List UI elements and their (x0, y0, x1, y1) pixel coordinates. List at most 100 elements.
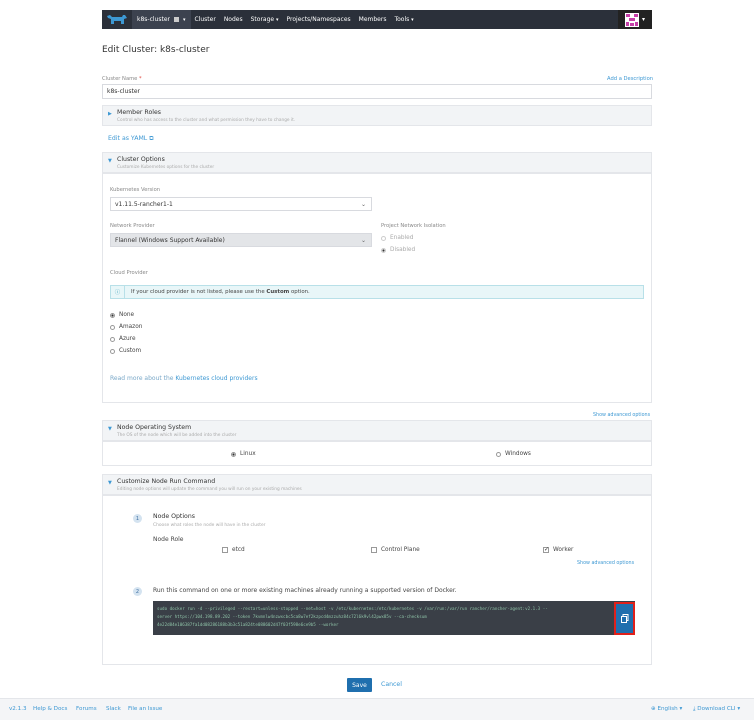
show-advanced-options-link[interactable]: Show advanced options (593, 413, 650, 418)
rancher-logo-icon (107, 14, 127, 24)
collapse-triangle-icon: ▼ (108, 158, 112, 164)
cloud-provider-azure-radio[interactable]: Azure (110, 336, 136, 342)
chevron-down-icon: ▾ (679, 706, 683, 712)
cancel-button[interactable]: Cancel (381, 681, 402, 688)
os-windows-label: Windows (505, 451, 531, 457)
member-roles-title: Member Roles (117, 109, 161, 116)
user-menu[interactable]: ▾ (618, 10, 652, 29)
node-role-label: Node Role (153, 536, 184, 543)
nav-projects-namespaces[interactable]: Projects/Namespaces (283, 10, 355, 29)
role-worker-checkbox[interactable]: Worker (543, 546, 574, 553)
collapse-triangle-icon: ▼ (108, 426, 112, 432)
avatar (624, 12, 639, 27)
kubernetes-cloud-providers-link[interactable]: Kubernetes cloud providers (175, 375, 257, 382)
node-options-title: Node Options (153, 513, 195, 520)
file-issue-link[interactable]: File an Issue (128, 706, 162, 712)
cluster-options-title: Cluster Options (117, 156, 165, 163)
copy-icon: ⧉ (149, 135, 154, 142)
node-os-title: Node Operating System (117, 424, 192, 431)
radio-icon (381, 235, 386, 241)
version-link[interactable]: v2.1.3 (9, 706, 27, 712)
forums-link[interactable]: Forums (76, 706, 97, 712)
radio-selected-icon (110, 312, 115, 318)
node-os-section[interactable]: ▼ Node Operating System The OS of the no… (102, 420, 652, 441)
required-mark: * (139, 76, 142, 82)
cloud-provider-none-label: None (119, 312, 135, 318)
isolation-enabled-label: Enabled (390, 235, 414, 241)
member-roles-section[interactable]: ▶ Member Roles Control who has access to… (102, 105, 652, 126)
os-windows-radio[interactable]: Windows (496, 451, 531, 457)
run-command-code-block[interactable]: sudo docker run -d --privileged --restar… (153, 601, 635, 635)
isolation-enabled-radio[interactable]: Enabled (381, 235, 413, 241)
command-line: 4e22d84e106387fa1dd08286188b3b3c51a824te… (157, 622, 339, 627)
chevron-down-icon: ⌄ (360, 236, 366, 244)
node-os-body (102, 441, 652, 466)
cloud-provider-label: Cloud Provider (110, 270, 148, 276)
cloud-provider-none-radio[interactable]: None (110, 312, 134, 318)
nav-storage[interactable]: Storage ▾ (247, 10, 283, 30)
isolation-disabled-radio[interactable]: Disabled (381, 247, 415, 253)
read-more-prefix: Read more about the (110, 375, 174, 382)
help-docs-link[interactable]: Help & Docs (33, 706, 67, 712)
command-line: server https://104.198.89.202 --token 7k… (157, 614, 427, 619)
cluster-dropdown[interactable]: k8s-cluster ▾ (132, 10, 191, 29)
step-2-badge: 2 (133, 587, 142, 596)
radio-icon (496, 451, 501, 457)
copy-command-button[interactable] (614, 602, 635, 635)
cloud-provider-custom-label: Custom (119, 348, 142, 354)
network-provider-value: Flannel (Windows Support Available) (115, 236, 225, 244)
role-etcd-label: etcd (232, 547, 245, 553)
chevron-down-icon: ▾ (641, 16, 645, 23)
save-button[interactable]: Save (347, 678, 372, 692)
language-dropdown[interactable]: ⊕ English ▾ (651, 706, 682, 712)
role-control-plane-checkbox[interactable]: Control Plane (371, 547, 420, 553)
info-icon: ⓘ (111, 286, 125, 298)
cluster-options-section[interactable]: ▼ Cluster Options Customize Kubernetes o… (102, 152, 652, 173)
nav-nodes[interactable]: Nodes (220, 10, 247, 29)
chevron-down-icon: ▾ (411, 16, 414, 23)
command-line: sudo docker run -d --privileged --restar… (157, 606, 548, 611)
radio-selected-icon (231, 451, 236, 457)
language-label: English (657, 706, 678, 712)
cloud-provider-custom-radio[interactable]: Custom (110, 348, 141, 354)
nav-members[interactable]: Members (355, 10, 391, 29)
slack-link[interactable]: Slack (106, 706, 121, 712)
expand-triangle-icon: ▶ (108, 111, 112, 117)
node-os-subtitle: The OS of the node which will be added i… (117, 433, 237, 438)
checkbox-icon (222, 547, 228, 553)
node-show-advanced-options-link[interactable]: Show advanced options (577, 561, 634, 566)
copy-icon (620, 614, 628, 623)
radio-selected-icon (381, 247, 386, 253)
edit-as-yaml-link[interactable]: Edit as YAML ⧉ (108, 135, 154, 143)
os-linux-radio[interactable]: Linux (231, 451, 256, 457)
cluster-name-label: Cluster Name * (102, 76, 142, 82)
nav-cluster[interactable]: Cluster (191, 10, 220, 29)
run-command-text: Run this command on one or more existing… (153, 587, 457, 594)
add-description-link[interactable]: Add a Description (607, 76, 653, 82)
checkbox-icon (371, 547, 377, 553)
read-more-text: Read more about the Kubernetes cloud pro… (110, 375, 258, 382)
cloud-provider-amazon-radio[interactable]: Amazon (110, 324, 142, 330)
top-nav: k8s-cluster ▾ Cluster Nodes Storage ▾ Pr… (102, 10, 652, 29)
nav-tools[interactable]: Tools ▾ (390, 10, 417, 30)
node-run-command-title: Customize Node Run Command (117, 478, 216, 485)
kubernetes-version-label: Kubernetes Version (110, 187, 161, 193)
cloud-provider-amazon-label: Amazon (119, 324, 143, 330)
network-provider-select[interactable]: Flannel (Windows Support Available) ⌄ (110, 233, 372, 247)
download-cli-dropdown[interactable]: ⤓ Download CLI ▾ (693, 706, 740, 713)
cluster-name-input[interactable]: k8s-cluster (102, 84, 652, 99)
step-1-badge: 1 (133, 514, 142, 523)
cluster-name: k8s-cluster (137, 16, 170, 23)
node-run-command-body (102, 495, 652, 665)
role-worker-label: Worker (553, 547, 574, 553)
rancher-logo[interactable] (102, 10, 132, 29)
cluster-name-label-text: Cluster Name (102, 76, 138, 82)
os-linux-label: Linux (240, 451, 256, 457)
cluster-options-subtitle: Customize Kubernetes options for the clu… (117, 165, 215, 170)
chevron-down-icon: ⌄ (360, 200, 366, 208)
radio-icon (110, 336, 115, 342)
role-etcd-checkbox[interactable]: etcd (222, 547, 245, 553)
kubernetes-version-select[interactable]: v1.11.5-rancher1-1 ⌄ (110, 197, 372, 211)
node-run-command-section[interactable]: ▼ Customize Node Run Command Editing nod… (102, 474, 652, 495)
chevron-down-icon: ▾ (737, 706, 741, 712)
